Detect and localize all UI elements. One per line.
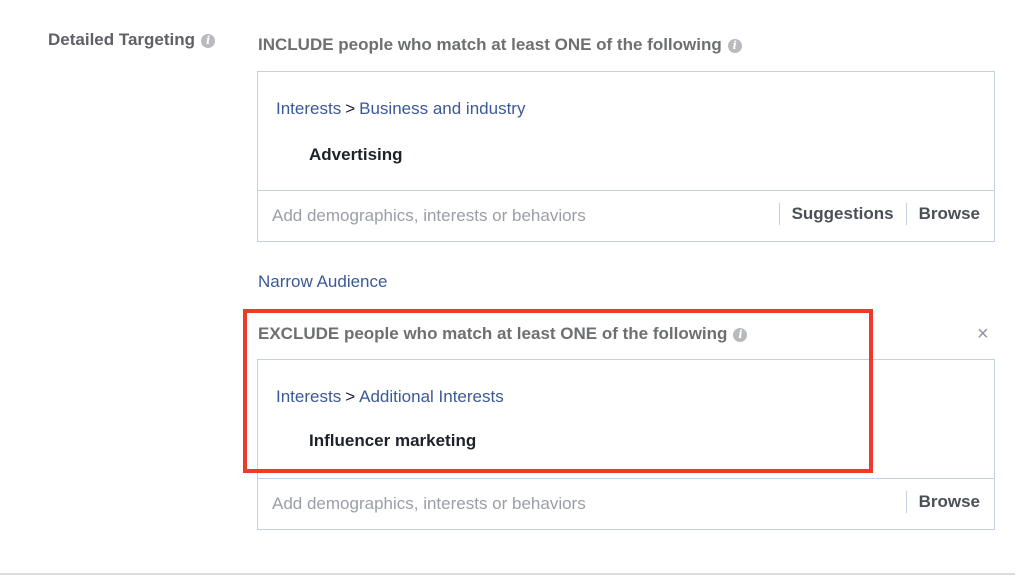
- exclude-search-input[interactable]: Add demographics, interests or behaviors: [272, 494, 586, 514]
- breadcrumb-separator: >: [345, 99, 356, 118]
- highlight-annotation: [243, 309, 873, 473]
- include-input-row: Add demographics, interests or behaviors…: [258, 190, 994, 241]
- include-actions: Suggestions Browse: [767, 203, 980, 225]
- include-search-input[interactable]: Add demographics, interests or behaviors: [272, 206, 586, 226]
- selected-interest[interactable]: Advertising: [309, 145, 403, 165]
- section-divider: [0, 573, 1015, 575]
- browse-button[interactable]: Browse: [919, 492, 980, 512]
- include-targeting-box: Interests > Business and industry Advertis…: [257, 71, 995, 242]
- exclude-input-row: Add demographics, interests or behaviors…: [258, 478, 994, 529]
- suggestions-button[interactable]: Suggestions: [792, 204, 894, 224]
- close-icon[interactable]: ×: [977, 323, 989, 346]
- field-label-text: Detailed Targeting: [48, 30, 196, 49]
- info-icon[interactable]: i: [201, 33, 216, 48]
- detailed-targeting-label: Detailed Targeting i: [48, 30, 216, 50]
- divider: [905, 203, 907, 225]
- exclude-actions: Browse: [894, 491, 980, 513]
- narrow-audience-link[interactable]: Narrow Audience: [258, 272, 387, 292]
- info-icon[interactable]: i: [727, 38, 742, 53]
- include-title-text: INCLUDE people who match at least ONE of…: [258, 35, 722, 54]
- include-title: INCLUDE people who match at least ONE of…: [258, 35, 742, 55]
- breadcrumb-subcategory[interactable]: Business and industry: [359, 99, 525, 118]
- divider: [778, 203, 780, 225]
- browse-button[interactable]: Browse: [919, 204, 980, 224]
- divider: [905, 491, 907, 513]
- include-breadcrumb: Interests > Business and industry: [276, 99, 525, 119]
- breadcrumb-category[interactable]: Interests: [276, 99, 341, 118]
